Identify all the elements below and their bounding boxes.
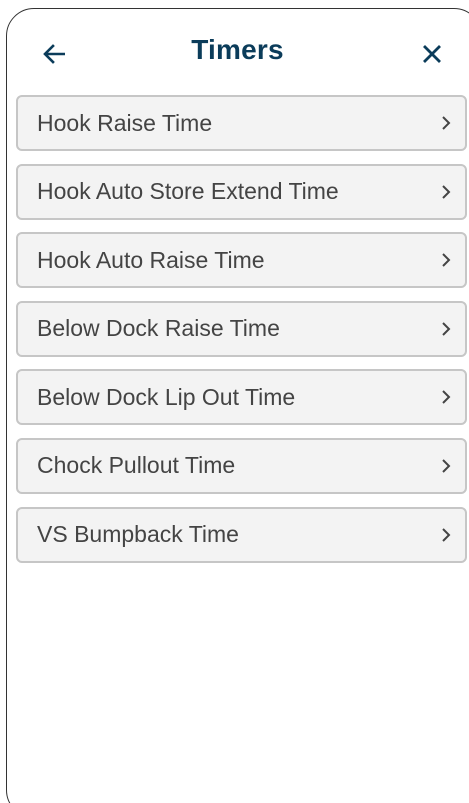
- list-item-below-dock-raise-time[interactable]: Below Dock Raise Time: [16, 300, 467, 357]
- list-item-label: VS Bumpback Time: [37, 521, 239, 548]
- chevron-right-icon: [437, 114, 455, 132]
- chevron-right-icon: [437, 251, 455, 269]
- timers-list: Hook Raise Time Hook Auto Store Extend T…: [16, 95, 467, 575]
- list-item-hook-auto-raise-time[interactable]: Hook Auto Raise Time: [16, 232, 467, 289]
- list-item-hook-raise-time[interactable]: Hook Raise Time: [16, 95, 467, 151]
- page-title: Timers: [191, 34, 284, 65]
- chevron-right-icon: [437, 526, 455, 544]
- close-button[interactable]: [416, 38, 448, 70]
- list-item-label: Below Dock Raise Time: [37, 315, 280, 342]
- list-item-below-dock-lip-out-time[interactable]: Below Dock Lip Out Time: [16, 369, 467, 426]
- chevron-right-icon: [437, 320, 455, 338]
- list-item-vs-bumpback-time[interactable]: VS Bumpback Time: [16, 506, 467, 563]
- close-icon: [423, 45, 441, 63]
- list-item-label: Hook Raise Time: [37, 109, 213, 136]
- list-item-label: Chock Pullout Time: [37, 452, 236, 479]
- list-item-label: Hook Auto Raise Time: [37, 246, 265, 273]
- header: Timers: [6, 8, 469, 96]
- list-item-hook-auto-store-extend-time[interactable]: Hook Auto Store Extend Time: [16, 163, 467, 220]
- chevron-right-icon: [437, 388, 455, 406]
- list-item-label: Hook Auto Store Extend Time: [37, 178, 339, 205]
- list-item-label: Below Dock Lip Out Time: [37, 383, 296, 410]
- chevron-right-icon: [437, 457, 455, 475]
- list-item-chock-pullout-time[interactable]: Chock Pullout Time: [16, 437, 467, 494]
- chevron-right-icon: [437, 183, 455, 201]
